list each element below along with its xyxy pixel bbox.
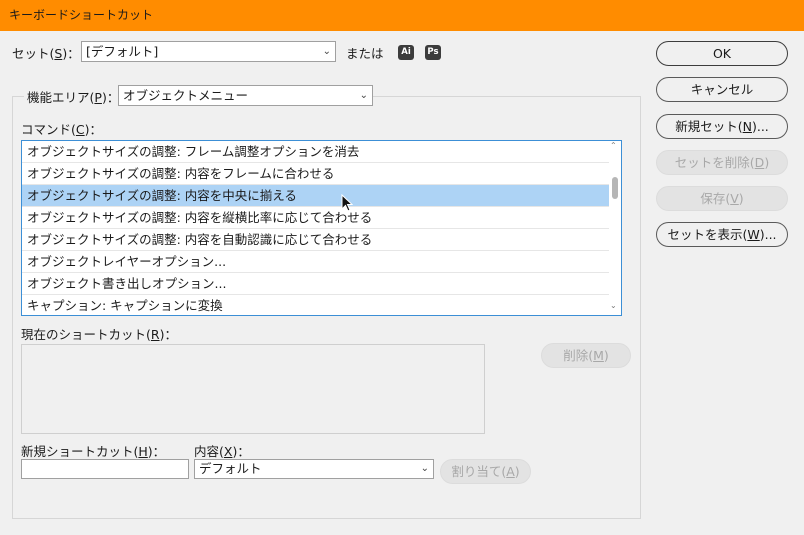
- list-item-text: オブジェクトサイズの調整: 内容をフレームに合わせる: [27, 166, 335, 181]
- current-shortcut-label-mnemonic: R: [150, 327, 160, 342]
- delete-shortcut-button-end: ): [603, 348, 609, 363]
- list-item[interactable]: キャプション: キャプションに変換: [22, 295, 610, 315]
- context-label-end: )：: [232, 444, 250, 459]
- list-item-text: キャプション: キャプションに変換: [27, 298, 223, 313]
- area-label: 機能エリア(P)：: [24, 87, 123, 106]
- save-button-end: ): [738, 191, 744, 206]
- context-select[interactable]: デフォルト ⌄: [194, 459, 434, 479]
- delete-shortcut-button-text: 削除(: [563, 348, 594, 363]
- mouse-cursor-icon: [341, 194, 353, 212]
- assign-button[interactable]: 割り当て(A): [440, 459, 531, 484]
- assign-button-mnemonic: A: [506, 464, 515, 479]
- new-shortcut-label-mnemonic: H: [138, 444, 148, 459]
- save-button-text: 保存(: [700, 191, 731, 206]
- show-set-button[interactable]: セットを表示(W)...: [656, 222, 788, 247]
- new-shortcut-label: 新規ショートカット(H)：: [21, 441, 165, 460]
- shortcut-dialog: セット(S)： [デフォルト] ⌄ または Ai Ps 機能エリア(P)： オブ…: [0, 31, 804, 535]
- new-set-button[interactable]: 新規セット(N)...: [656, 114, 788, 139]
- list-item[interactable]: オブジェクトサイズの調整: 内容を自動認識に応じて合わせる: [22, 229, 610, 251]
- context-select-value: デフォルト: [199, 461, 262, 476]
- list-scrollbar[interactable]: ⌃ ⌄: [609, 141, 621, 315]
- delete-set-button-mnemonic: D: [754, 155, 765, 170]
- area-select[interactable]: オブジェクトメニュー ⌄: [118, 85, 373, 106]
- set-label: セット(S)：: [12, 43, 80, 62]
- save-button[interactable]: 保存(V): [656, 186, 788, 211]
- list-item-selected[interactable]: オブジェクトサイズの調整: 内容を中央に揃える: [22, 185, 610, 207]
- commands-list[interactable]: オブジェクトサイズの調整: フレーム調整オプションを消去 オブジェクトサイズの調…: [21, 140, 622, 316]
- window-title-bar: キーボードショートカット: [0, 0, 804, 31]
- new-set-button-text: 新規セット(: [675, 119, 743, 134]
- chevron-down-icon: ⌄: [322, 46, 331, 57]
- delete-shortcut-button-mnemonic: M: [593, 348, 604, 363]
- show-set-button-text: セットを表示(: [667, 227, 748, 242]
- delete-shortcut-button[interactable]: 削除(M): [541, 343, 631, 368]
- current-shortcut-list[interactable]: [21, 344, 485, 434]
- ok-button-text: OK: [712, 46, 732, 61]
- delete-set-button-text: セットを削除(: [674, 155, 755, 170]
- save-button-mnemonic: V: [730, 191, 739, 206]
- set-label-text: セット(: [12, 46, 55, 61]
- delete-set-button-end: ): [764, 155, 770, 170]
- current-shortcut-label-text: 現在のショートカット(: [21, 327, 151, 342]
- commands-label-text: コマンド(: [21, 122, 76, 137]
- area-label-end: )：: [101, 90, 120, 105]
- cancel-button[interactable]: キャンセル: [656, 77, 788, 102]
- new-set-button-end: )...: [751, 119, 769, 134]
- illustrator-icon[interactable]: Ai: [398, 45, 414, 60]
- list-item[interactable]: オブジェクトサイズの調整: フレーム調整オプションを消去: [22, 141, 610, 163]
- scrollbar-thumb[interactable]: [612, 177, 618, 199]
- list-item[interactable]: オブジェクトサイズの調整: 内容を縦横比率に応じて合わせる: [22, 207, 610, 229]
- list-item-text: オブジェクトサイズの調整: フレーム調整オプションを消去: [27, 144, 360, 159]
- photoshop-icon-text: Ps: [427, 47, 439, 57]
- list-item-text: オブジェクトレイヤーオプション...: [27, 254, 227, 269]
- show-set-button-end: )...: [759, 227, 777, 242]
- current-shortcut-label-end: )：: [159, 327, 177, 342]
- context-label: 内容(X)：: [194, 441, 250, 460]
- context-label-text: 内容(: [194, 444, 224, 459]
- assign-button-end: ): [514, 464, 520, 479]
- window-title: キーボードショートカット: [9, 8, 154, 22]
- or-label: または: [346, 46, 384, 61]
- photoshop-icon[interactable]: Ps: [425, 45, 441, 60]
- cancel-button-text: キャンセル: [690, 82, 754, 97]
- chevron-down-icon: ⌄: [359, 90, 368, 101]
- area-label-mnemonic: P: [94, 90, 102, 105]
- area-select-value: オブジェクトメニュー: [123, 88, 249, 103]
- scroll-down-icon[interactable]: ⌄: [610, 301, 617, 310]
- scroll-up-icon[interactable]: ⌃: [610, 141, 617, 150]
- list-item-text: オブジェクトサイズの調整: 内容を縦横比率に応じて合わせる: [27, 210, 373, 225]
- set-select[interactable]: [デフォルト] ⌄: [81, 41, 336, 62]
- show-set-button-mnemonic: W: [747, 227, 760, 242]
- area-label-text: 機能エリア(: [27, 90, 95, 105]
- delete-set-button[interactable]: セットを削除(D): [656, 150, 788, 175]
- list-item[interactable]: オブジェクトサイズの調整: 内容をフレームに合わせる: [22, 163, 610, 185]
- commands-label-end: )：: [84, 122, 103, 137]
- assign-button-text: 割り当て(: [451, 464, 507, 479]
- list-item-text: オブジェクトサイズの調整: 内容を自動認識に応じて合わせる: [27, 232, 373, 247]
- list-item[interactable]: オブジェクト書き出しオプション...: [22, 273, 610, 295]
- list-item-text: オブジェクト書き出しオプション...: [27, 276, 227, 291]
- new-shortcut-label-text: 新規ショートカット(: [21, 444, 139, 459]
- ok-button[interactable]: OK: [656, 41, 788, 66]
- commands-label: コマンド(C)：: [21, 119, 102, 138]
- new-shortcut-label-end: )：: [147, 444, 166, 459]
- set-label-end: )：: [62, 46, 80, 61]
- new-shortcut-input[interactable]: [21, 459, 189, 479]
- illustrator-icon-text: Ai: [401, 47, 411, 57]
- list-item[interactable]: オブジェクトレイヤーオプション...: [22, 251, 610, 273]
- list-item-text: オブジェクトサイズの調整: 内容を中央に揃える: [27, 188, 297, 203]
- chevron-down-icon: ⌄: [420, 463, 429, 474]
- new-set-button-mnemonic: N: [742, 119, 752, 134]
- current-shortcut-label: 現在のショートカット(R)：: [21, 324, 177, 343]
- commands-label-mnemonic: C: [75, 122, 85, 137]
- set-select-value: [デフォルト]: [86, 44, 159, 59]
